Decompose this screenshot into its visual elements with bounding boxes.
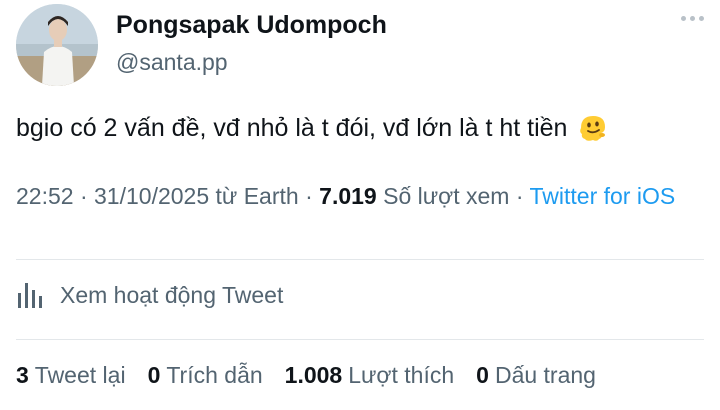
tweet-text-row: bgio có 2 vấn đề, vđ nhỏ là t đói, vđ lớ… — [16, 112, 609, 144]
divider — [16, 259, 704, 260]
tweet-text: bgio có 2 vấn đề, vđ nhỏ là t đói, vđ lớ… — [16, 113, 568, 142]
tweet-meta: 22:52 · 31/10/2025 từ Earth · 7.019 Số l… — [16, 180, 706, 212]
avatar[interactable] — [16, 4, 98, 86]
bookmarks-label: Dấu trang — [494, 362, 596, 388]
tweet-activity-label: Xem hoạt động Tweet — [60, 281, 284, 308]
divider — [16, 339, 704, 340]
author-display-name[interactable]: Pongsapak Udompoch — [116, 11, 387, 40]
bookmarks-stat[interactable]: 0 Dấu trang — [476, 362, 596, 389]
tweet-time[interactable]: 22:52 — [16, 183, 74, 209]
quotes-label: Trích dẫn — [166, 362, 263, 388]
retweets-stat[interactable]: 3 Tweet lại — [16, 362, 126, 389]
tweet-activity-button[interactable]: Xem hoạt động Tweet — [16, 280, 283, 310]
meta-separator: · — [515, 183, 524, 209]
bookmarks-count: 0 — [476, 362, 489, 388]
engagement-stats: 3 Tweet lại 0 Trích dẫn 1.008 Lượt thích 0D… — [16, 362, 706, 389]
meta-separator: · — [305, 183, 313, 209]
melting-face-icon — [580, 116, 606, 141]
meta-separator: · — [79, 183, 88, 209]
more-options-icon[interactable] — [681, 16, 704, 21]
source-link[interactable]: Twitter for iOS — [530, 183, 676, 209]
quotes-count: 0 — [147, 362, 161, 388]
views-count: 7.019 — [319, 183, 377, 209]
views-label: Số lượt xem — [383, 183, 510, 209]
likes-label: Lượt thích — [348, 362, 455, 388]
from-word: từ — [215, 183, 238, 209]
avatar-photo — [16, 4, 98, 86]
analytics-bars-icon — [18, 283, 42, 308]
retweets-count: 3 — [16, 362, 29, 388]
likes-stat[interactable]: 1.008 Lượt thích — [285, 362, 454, 389]
tweet-location[interactable]: Earth — [244, 183, 299, 209]
author-handle[interactable]: @santa.pp — [116, 49, 228, 76]
tweet-date[interactable]: 31/10/2025 — [94, 183, 209, 209]
retweets-label: Tweet lại — [34, 362, 126, 388]
quotes-stat[interactable]: 0 Trích dẫn — [148, 362, 263, 389]
likes-count: 1.008 — [284, 362, 343, 388]
